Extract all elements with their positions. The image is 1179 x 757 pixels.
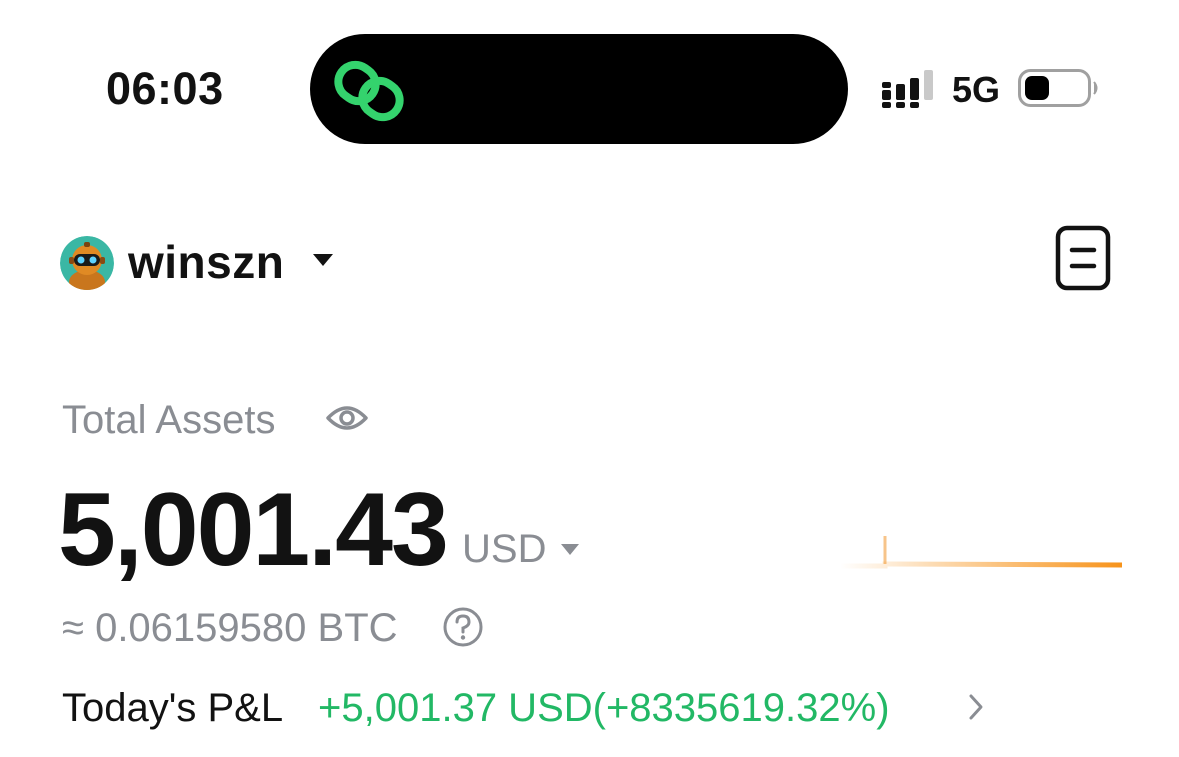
total-assets-value: 5,001.43 — [58, 472, 449, 588]
question-circle-icon[interactable] — [442, 606, 484, 648]
dynamic-island[interactable] — [310, 34, 848, 144]
document-icon[interactable] — [1055, 225, 1111, 291]
currency-selector[interactable]: USD — [462, 525, 546, 573]
eye-icon[interactable] — [325, 400, 369, 436]
avatar[interactable] — [60, 236, 114, 290]
account-name[interactable]: winszn — [128, 234, 284, 290]
network-type: 5G — [952, 69, 1001, 110]
pnl-value[interactable]: +5,001.37 USD(+8335619.32%) — [318, 684, 890, 732]
btc-equivalent: ≈ 0.06159580 BTC — [62, 606, 398, 650]
link-icon — [334, 60, 404, 122]
caret-down-icon[interactable] — [559, 541, 581, 557]
wallet-screen: 06:03 5G winszn Total Assets 5,001.43 US… — [0, 0, 1179, 757]
battery-icon — [1018, 69, 1098, 107]
assets-sparkline — [840, 536, 1122, 569]
total-assets-label: Total Assets — [62, 398, 276, 442]
pnl-label: Today's P&L — [62, 686, 284, 730]
status-time: 06:03 — [106, 63, 224, 114]
robot-avatar-icon — [60, 236, 114, 290]
caret-down-icon[interactable] — [311, 251, 335, 269]
cellular-signal-icon — [882, 70, 933, 108]
chevron-right-icon[interactable] — [966, 692, 986, 722]
